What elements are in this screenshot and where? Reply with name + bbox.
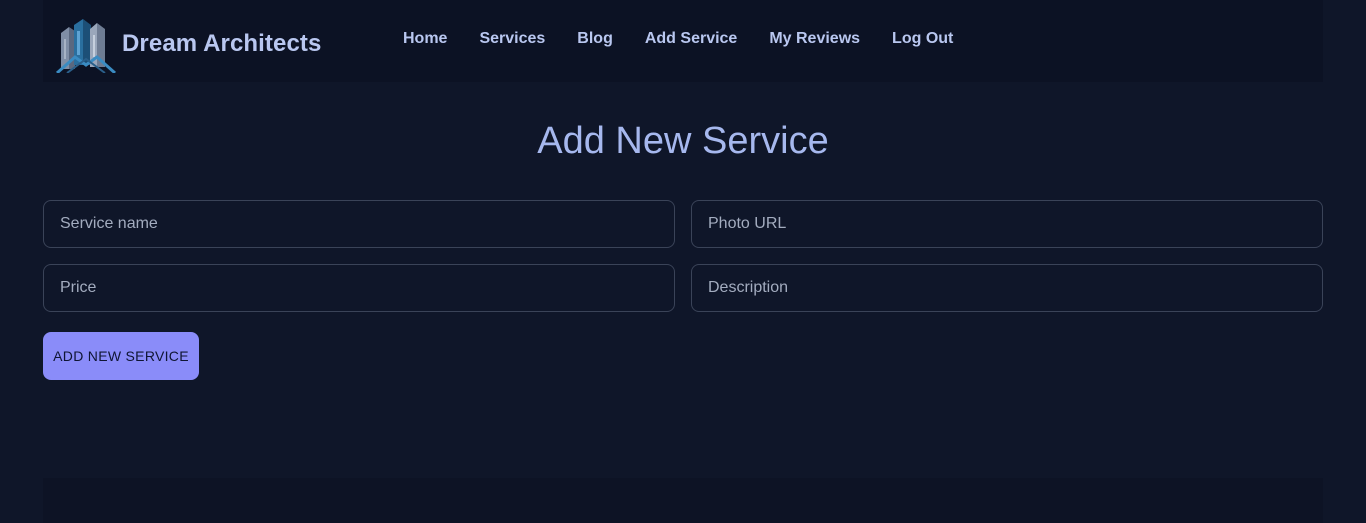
brand-name: Dream Architects	[122, 30, 322, 57]
form-grid	[43, 200, 1323, 312]
nav-link-services[interactable]: Services	[479, 30, 545, 47]
brand-link[interactable]: Dream Architects	[55, 18, 322, 73]
navbar: Dream Architects Home Services Blog Add …	[43, 0, 1323, 82]
nav-link-my-reviews[interactable]: My Reviews	[769, 30, 860, 47]
add-new-service-button[interactable]: ADD NEW SERVICE	[43, 332, 199, 380]
nav-link-log-out[interactable]: Log Out	[892, 30, 953, 47]
nav-link-blog[interactable]: Blog	[577, 30, 613, 47]
photo-url-input[interactable]	[691, 200, 1323, 248]
description-input[interactable]	[691, 264, 1323, 312]
price-input[interactable]	[43, 264, 675, 312]
nav-menu: Home Services Blog Add Service My Review…	[403, 30, 985, 48]
add-service-form: ADD NEW SERVICE	[43, 200, 1323, 380]
nav-link-home[interactable]: Home	[403, 30, 447, 47]
nav-link-add-service[interactable]: Add Service	[645, 30, 737, 47]
service-name-input[interactable]	[43, 200, 675, 248]
page-title: Add New Service	[537, 120, 829, 162]
footer	[43, 478, 1323, 523]
building-logo-icon	[56, 19, 116, 73]
